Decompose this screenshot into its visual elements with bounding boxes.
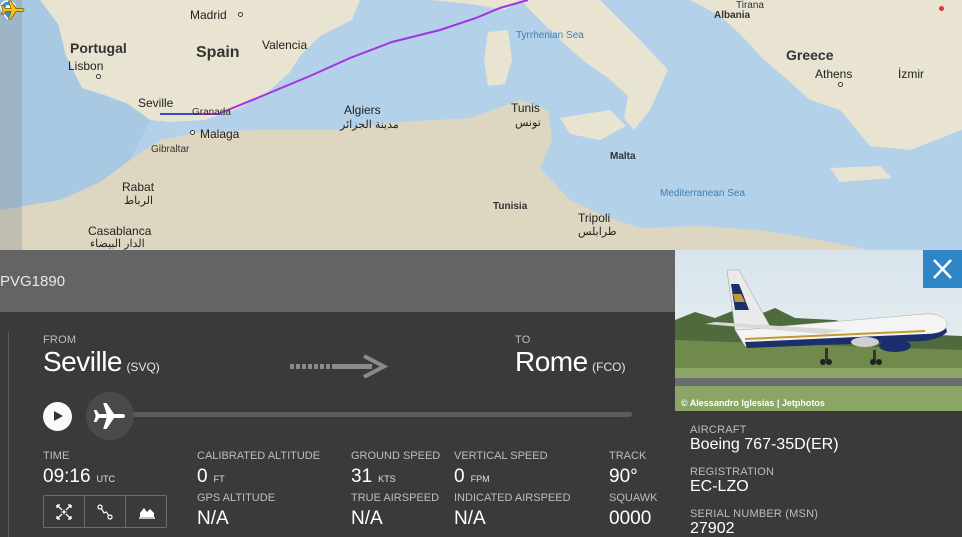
map-label-tunisia: Tunisia bbox=[493, 201, 528, 212]
map-label-algiers-ar: مدينة الجزائر bbox=[340, 119, 399, 131]
close-button[interactable] bbox=[923, 250, 962, 288]
map-label-lisbon: Lisbon bbox=[68, 59, 104, 73]
map-label-rabat: Rabat bbox=[122, 180, 155, 194]
map-label-tripoli: Tripoli bbox=[578, 211, 611, 225]
aircraft-type-value: Boeing 767-35D(ER) bbox=[690, 436, 839, 453]
show-route-button[interactable] bbox=[85, 496, 126, 527]
flight-title-bar: PVG1890 bbox=[0, 250, 675, 312]
plane-icon bbox=[93, 403, 125, 429]
show-graph-button[interactable] bbox=[126, 496, 166, 527]
map-label-algiers: Algiers bbox=[344, 103, 381, 117]
map-label-gibraltar: Gibraltar bbox=[151, 144, 190, 155]
map-label-izmir: İzmir bbox=[898, 67, 924, 81]
destination-code: (FCO) bbox=[592, 360, 626, 374]
map-label-casablanca: Casablanca bbox=[88, 224, 152, 238]
map-label-granada: Granada bbox=[192, 107, 231, 118]
photo-credit[interactable]: © Alessandro Iglesias | Jetphotos bbox=[681, 398, 825, 408]
map-label-spain: Spain bbox=[196, 44, 240, 61]
flight-callsign: PVG1890 bbox=[0, 273, 66, 290]
origin-airport[interactable]: Seville (SVQ) bbox=[43, 346, 160, 378]
serial-number-label: SERIAL NUMBER (MSN) bbox=[690, 508, 819, 520]
map-label-greece: Greece bbox=[786, 47, 834, 63]
vertical-speed-value: 0 FPM bbox=[454, 466, 490, 487]
map-dot-athens bbox=[838, 82, 843, 87]
map-airport-marker[interactable] bbox=[939, 6, 944, 11]
map-dot-madrid bbox=[238, 12, 243, 17]
panel-divider bbox=[8, 332, 9, 537]
follow-icon bbox=[56, 504, 72, 520]
map-label-madrid: Madrid bbox=[190, 8, 227, 22]
play-icon bbox=[54, 411, 63, 421]
flight-info-panel: FROM Seville (SVQ) TO Rome (FCO) TIME 09… bbox=[0, 312, 675, 537]
indicated-airspeed-value: N/A bbox=[454, 508, 486, 529]
registration-value[interactable]: EC-LZO bbox=[690, 478, 749, 496]
map-label-valencia: Valencia bbox=[262, 38, 308, 52]
aircraft-marker-icon[interactable] bbox=[0, 0, 26, 20]
map-label-malaga: Malaga bbox=[200, 127, 240, 141]
ground-speed-label: GROUND SPEED bbox=[351, 450, 441, 462]
map-tools-group bbox=[43, 495, 167, 528]
map-dot-malaga bbox=[190, 130, 195, 135]
ground-speed-value: 31 KTS bbox=[351, 466, 396, 487]
follow-aircraft-button[interactable] bbox=[44, 496, 85, 527]
aircraft-label: AIRCRAFT bbox=[690, 424, 747, 436]
true-airspeed-value: N/A bbox=[351, 508, 383, 529]
track-label: TRACK bbox=[609, 450, 647, 462]
time-label: TIME bbox=[43, 450, 70, 462]
indicated-airspeed-label: INDICATED AIRSPEED bbox=[454, 492, 571, 504]
progress-plane-marker bbox=[86, 392, 134, 440]
origin-city: Seville bbox=[43, 346, 122, 377]
aircraft-panel: © Alessandro Iglesias | Jetphotos AIRCRA… bbox=[675, 250, 962, 537]
aircraft-photo[interactable]: © Alessandro Iglesias | Jetphotos bbox=[675, 250, 962, 411]
time-value: 09:16 UTC bbox=[43, 466, 116, 487]
registration-label: REGISTRATION bbox=[690, 466, 775, 478]
map-label-athens: Athens bbox=[815, 67, 853, 81]
map-label-casablanca-ar: الدار البيضاء bbox=[90, 238, 145, 250]
map-label-malta: Malta bbox=[610, 151, 636, 162]
map-terrain bbox=[0, 0, 962, 250]
origin-code: (SVQ) bbox=[126, 360, 160, 374]
map-dot-lisbon bbox=[96, 74, 101, 79]
aircraft-photo-image bbox=[675, 250, 962, 411]
serial-number-value: 27902 bbox=[690, 520, 735, 537]
squawk-label: SQUAWK bbox=[609, 492, 658, 504]
from-label: FROM bbox=[43, 334, 77, 346]
map-label-tunis-ar: تونس bbox=[515, 117, 541, 129]
vertical-speed-label: VERTICAL SPEED bbox=[454, 450, 548, 462]
gps-altitude-label: GPS ALTITUDE bbox=[197, 492, 276, 504]
close-icon bbox=[933, 259, 952, 279]
map-label-tunis: Tunis bbox=[511, 101, 540, 115]
gps-altitude-value: N/A bbox=[197, 508, 229, 529]
to-label: TO bbox=[515, 334, 531, 346]
route-icon bbox=[97, 504, 113, 520]
destination-airport[interactable]: Rome (FCO) bbox=[515, 346, 625, 378]
map-label-tripoli-ar: طرابلس bbox=[578, 226, 617, 238]
graph-icon bbox=[139, 508, 155, 519]
map-label-tyrrhenian-sea: Tyrrhenian Sea bbox=[516, 30, 584, 41]
true-airspeed-label: TRUE AIRSPEED bbox=[351, 492, 440, 504]
play-button[interactable] bbox=[43, 402, 72, 431]
map-label-seville: Seville bbox=[138, 96, 174, 110]
map-label-mediterranean-sea: Mediterranean Sea bbox=[660, 188, 746, 199]
arrow-right-icon bbox=[290, 354, 388, 378]
map-label-albania: Albania bbox=[714, 10, 751, 21]
squawk-value: 0000 bbox=[609, 508, 652, 529]
map-label-rabat-ar: الرباط bbox=[124, 195, 154, 207]
calibrated-altitude-label: CALIBRATED ALTITUDE bbox=[197, 450, 321, 462]
map-label-portugal: Portugal bbox=[70, 40, 127, 56]
destination-city: Rome bbox=[515, 346, 588, 377]
track-value: 90° bbox=[609, 466, 638, 487]
calibrated-altitude-value: 0 FT bbox=[197, 466, 225, 487]
flight-progress-bar bbox=[105, 412, 632, 417]
flight-map[interactable]: Madrid Portugal Lisbon Spain Valencia Se… bbox=[0, 0, 962, 250]
